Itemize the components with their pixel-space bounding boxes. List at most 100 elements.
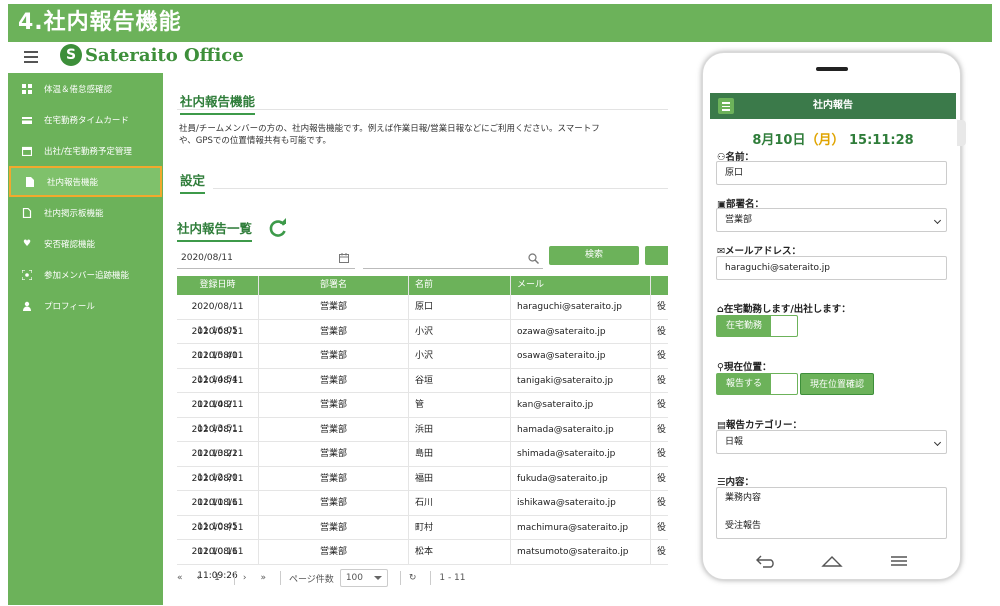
description-line-2: や、GPSでの位置情報共有も可能です。 (179, 136, 332, 146)
person-icon (22, 301, 32, 311)
list-menu-icon[interactable] (718, 98, 734, 114)
search-icon[interactable] (528, 253, 539, 264)
search-button[interactable]: 検索 (549, 246, 639, 265)
cell-name: 福田 (409, 466, 511, 490)
workstyle-label-text: 在宅勤務します/出社します： (723, 304, 851, 315)
logo-text: Sateraito Office (85, 44, 244, 66)
home-icon[interactable] (821, 554, 844, 568)
sidebar-item-board[interactable]: 社内掲示板機能 (8, 197, 163, 228)
content-line-1: 業務内容 (725, 493, 762, 503)
cell-date: 2020/08/11 11:16:05 (177, 295, 259, 336)
workstyle-label: ⌂在宅勤務します/出社します： (717, 301, 851, 315)
column-header-mail[interactable]: メール (511, 276, 651, 295)
clock-date: 8月10日 (752, 133, 806, 148)
calendar-icon[interactable] (339, 253, 349, 263)
top-bar: S Sateraito Office (8, 42, 668, 72)
date-filter-input[interactable]: 2020/08/11 (177, 249, 355, 269)
first-page-button[interactable]: « (177, 573, 183, 583)
refresh-icon[interactable] (267, 217, 289, 239)
column-header-extra[interactable] (651, 276, 668, 295)
recent-apps-icon[interactable] (888, 554, 910, 568)
table-row[interactable]: 2020/08/11 11:14:54 営業部 小沢 osawa@sateraito.… (177, 344, 668, 385)
prev-page-button[interactable]: ‹ (197, 573, 201, 583)
cell-date: 2020/08/11 11:12:20 (177, 442, 259, 483)
sidebar-item-report[interactable]: 社内報告機能 (9, 166, 162, 197)
check-location-button[interactable]: 現在位置確認 (800, 373, 874, 395)
table-row[interactable]: 2020/08/11 11:12:20 営業部 島田 shimada@saterait… (177, 442, 668, 483)
cell-name: 島田 (409, 442, 511, 466)
sidebar-item-profile[interactable]: プロフィール (8, 290, 163, 321)
search-input[interactable] (363, 249, 543, 269)
category-select[interactable]: 日報 (716, 430, 947, 454)
column-header-dept[interactable]: 部署名 (259, 276, 409, 295)
cell-dept: 営業部 (259, 295, 409, 319)
sidebar-item-timecard[interactable]: 在宅勤務タイムカード (8, 104, 163, 135)
sidebar-item-safety[interactable]: ♥ 安否確認機能 (8, 228, 163, 259)
main-content: 社内報告機能 社員/チームメンバーの方の、社内報告機能です。例えば作業日報/営業… (163, 73, 668, 605)
separator (233, 571, 235, 585)
workstyle-toggle-on: 在宅勤務 (717, 316, 771, 336)
sidebar-item-tracking[interactable]: 参加メンバー追跡機能 (8, 259, 163, 290)
separator (430, 571, 432, 585)
banner-title: 4.社内報告機能 (8, 4, 992, 42)
column-header-date[interactable]: 登録日時 (177, 276, 259, 295)
cell-dept: 営業部 (259, 442, 409, 466)
document-outline-icon (22, 207, 32, 218)
table-row[interactable]: 2020/08/11 11:10:16 営業部 町村 machimura@satera… (177, 515, 668, 557)
sidebar-item-health-check[interactable]: 体温＆倦怠感確認 (8, 73, 163, 104)
last-page-button[interactable]: » (260, 573, 266, 583)
cell-name: 石川 (409, 491, 511, 515)
sidebar-item-schedule[interactable]: 出社/在宅勤務予定管理 (8, 135, 163, 166)
name-field[interactable]: 原口 (716, 161, 947, 185)
mail-field[interactable]: haraguchi@sateraito.jp (716, 256, 947, 280)
cell-mail: shimada@sateraito.jp (511, 442, 651, 466)
extra-button[interactable] (645, 246, 668, 265)
app-logo[interactable]: S Sateraito Office (60, 44, 244, 66)
cell-dept: 営業部 (259, 515, 409, 539)
menu-icon[interactable] (24, 51, 38, 63)
side-tab-handle[interactable] (957, 120, 966, 146)
cell-extra: 役 (657, 375, 667, 386)
table-header: 登録日時 部署名 名前 メール (177, 276, 668, 295)
next-page-button[interactable]: › (243, 573, 247, 583)
cell-mail: fukuda@sateraito.jp (511, 466, 651, 490)
workstyle-toggle[interactable]: 在宅勤務 (716, 315, 798, 337)
cell-date: 2020/08/11 11:10:16 (177, 515, 259, 557)
separator (279, 571, 281, 585)
location-toggle[interactable]: 報告する (716, 373, 798, 395)
content-label: ☰内容： (717, 474, 754, 488)
cell-extra: 役 (657, 424, 667, 435)
table-row[interactable]: 2020/08/11 11:14:21 営業部 谷垣 tanigaki@saterai… (177, 368, 668, 410)
back-icon[interactable] (755, 554, 777, 568)
settings-title: 設定 (180, 170, 206, 194)
cell-extra: 役 (657, 522, 667, 533)
report-table: 登録日時 部署名 名前 メール 2020/08/11 11:16:05 営業部 原口… (177, 276, 668, 581)
cell-name: 小沢 (409, 319, 511, 343)
divider (177, 109, 668, 110)
phone-mockup: 社内報告 8月10日（月） 15:11:28 ⚇名前： 原口 ▣部署名： 営業部… (702, 52, 961, 580)
dept-select[interactable]: 営業部 (716, 208, 947, 232)
cell-mail: ishikawa@sateraito.jp (511, 491, 651, 515)
cell-name: 原口 (409, 295, 511, 319)
reload-icon[interactable]: ↻ (409, 573, 417, 583)
cell-extra: 役 (657, 449, 667, 459)
sidebar: 体温＆倦怠感確認 在宅勤務タイムカード 出社/在宅勤務予定管理 社内報告機能 社… (8, 73, 163, 605)
content-textarea[interactable]: 業務内容 受注報告 (716, 487, 947, 539)
cell-date: 2020/08/11 11:14:21 (177, 368, 259, 410)
table-row[interactable]: 2020/08/11 11:09:26 営業部 松本 matsumoto@satera… (177, 540, 668, 581)
table-row[interactable]: 2020/08/11 11:10:45 営業部 石川 ishikawa@saterai… (177, 491, 668, 532)
per-page-value: 100 (345, 573, 363, 583)
table-row[interactable]: 2020/08/11 11:11:16 営業部 福田 fukuda@sateraito… (177, 466, 668, 508)
table-row[interactable]: 2020/08/11 11:15:40 営業部 小沢 ozawa@sateraito.… (177, 319, 668, 361)
current-page[interactable]: 1 (214, 573, 220, 583)
sidebar-item-label: 参加メンバー追跡機能 (44, 270, 130, 281)
per-page-select[interactable]: 100 (339, 569, 388, 587)
cell-date: 2020/08/11 11:09:26 (177, 540, 259, 581)
table-row[interactable]: 2020/08/11 11:13:51 営業部管 kan@sateraito.jp 役 (177, 393, 668, 434)
table-row[interactable]: 2020/08/11 11:13:22 営業部 浜田 hamada@sateraito… (177, 417, 668, 459)
table-row[interactable]: 2020/08/11 11:16:05 営業部 原口 haraguchi@satera… (177, 295, 668, 336)
column-header-name[interactable]: 名前 (409, 276, 511, 295)
cell-mail: tanigaki@sateraito.jp (511, 368, 651, 392)
cell-name: 松本 (409, 540, 511, 564)
calendar-icon (22, 146, 32, 156)
